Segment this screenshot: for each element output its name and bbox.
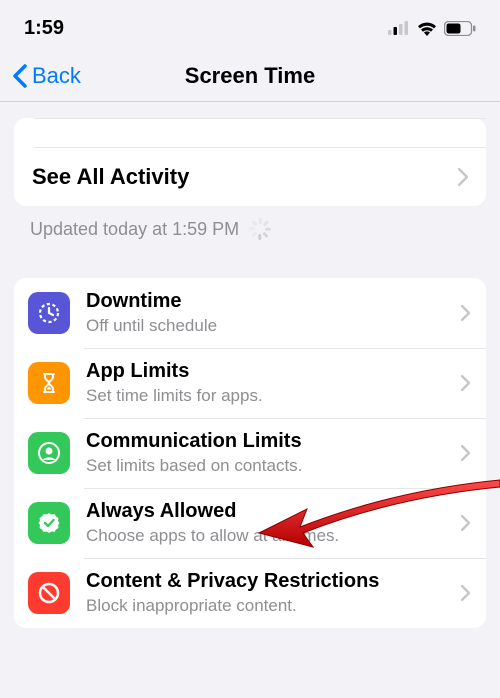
downtime-row[interactable]: Downtime Off until schedule [14,278,486,348]
content-privacy-row[interactable]: Content & Privacy Restrictions Block ina… [14,558,486,628]
communication-limits-row[interactable]: Communication Limits Set limits based on… [14,418,486,488]
person-circle-icon [28,432,70,474]
chevron-right-icon [458,168,468,186]
always-allowed-row[interactable]: Always Allowed Choose apps to allow at a… [14,488,486,558]
wifi-icon [416,20,438,36]
activity-card: See All Activity [14,118,486,206]
cellular-icon [388,21,410,35]
nav-bar: Back Screen Time [0,50,500,102]
app-limits-row[interactable]: App Limits Set time limits for apps. [14,348,486,418]
downtime-title: Downtime [86,289,453,314]
battery-icon [444,21,476,36]
see-all-activity-row[interactable]: See All Activity [14,148,486,206]
always-allowed-subtitle: Choose apps to allow at all times. [86,525,453,547]
page-title: Screen Time [185,63,315,89]
back-button[interactable]: Back [12,63,81,89]
content-privacy-title: Content & Privacy Restrictions [86,569,453,594]
app-limits-title: App Limits [86,359,453,384]
see-all-activity-label: See All Activity [32,164,189,190]
updated-label: Updated today at 1:59 PM [30,219,239,240]
chevron-right-icon [461,305,470,321]
always-allowed-title: Always Allowed [86,499,453,524]
loading-spinner-icon [249,218,271,240]
status-bar: 1:59 [0,0,500,50]
no-symbol-icon [28,572,70,614]
app-limits-subtitle: Set time limits for apps. [86,385,453,407]
settings-card: Downtime Off until schedule App Limits S… [14,278,486,628]
hourglass-icon [28,362,70,404]
status-indicators [388,20,476,36]
downtime-subtitle: Off until schedule [86,315,453,337]
chevron-left-icon [12,64,28,88]
communication-limits-title: Communication Limits [86,429,453,454]
chevron-right-icon [461,515,470,531]
content-privacy-subtitle: Block inappropriate content. [86,595,453,617]
chevron-right-icon [461,585,470,601]
chevron-right-icon [461,445,470,461]
status-time: 1:59 [24,17,64,40]
chevron-right-icon [461,375,470,391]
communication-limits-subtitle: Set limits based on contacts. [86,455,453,477]
updated-status: Updated today at 1:59 PM [0,206,500,258]
downtime-icon [28,292,70,334]
checkmark-seal-icon [28,502,70,544]
back-label: Back [32,63,81,89]
